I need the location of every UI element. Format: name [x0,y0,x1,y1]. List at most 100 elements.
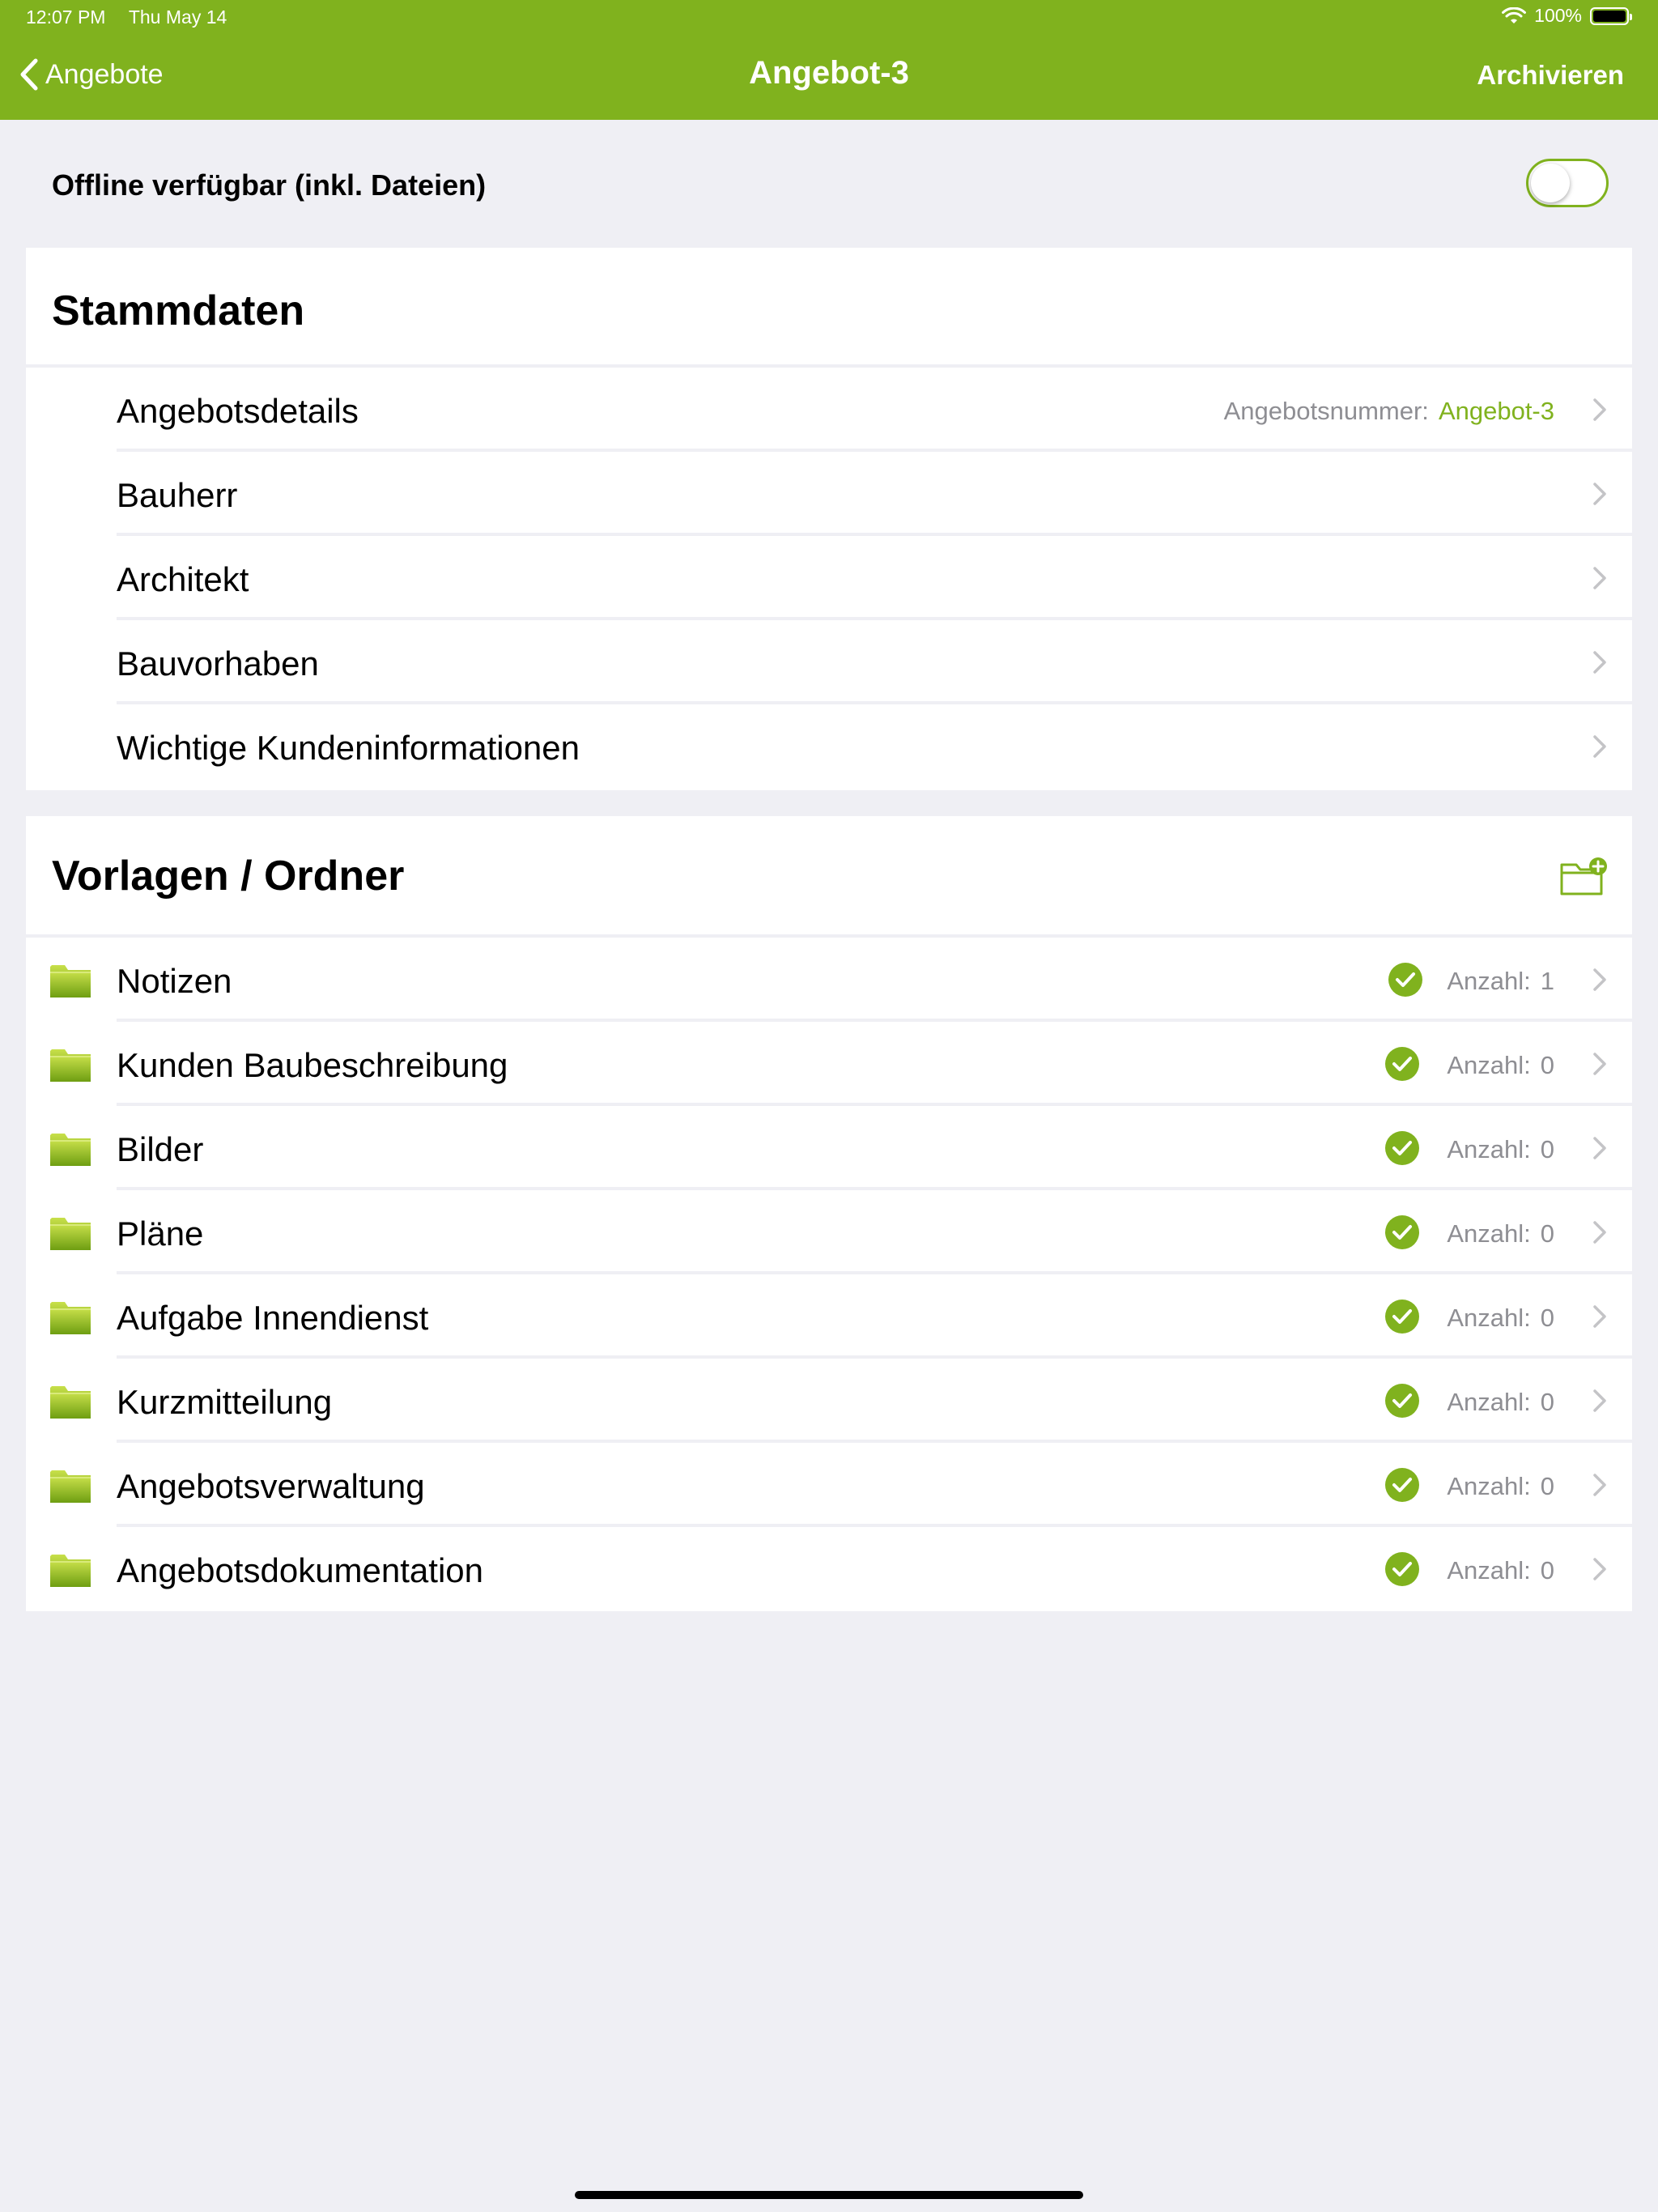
count-label: Anzahl: [1447,1135,1531,1163]
count-label: Anzahl: [1447,1388,1531,1416]
row-label: Bilder [117,1130,204,1168]
battery-percent: 100% [1534,5,1582,26]
section-title-stammdaten: Stammdaten [52,287,305,334]
vorlagen-section: Vorlagen / Ordner Notizen Anzahl: 1 Kunden … [26,816,1632,1611]
row-label: Kunden Baubeschreibung [117,1046,508,1084]
folder-icon [50,1470,91,1503]
folder-row[interactable]: Pläne Anzahl: 0 [26,1190,1632,1274]
folder-add-icon[interactable] [1559,857,1608,897]
row-label: Angebotsdokumentation [117,1551,483,1589]
row-detail: Angebotsnummer: Angebot-3 [1224,397,1554,426]
offline-setting-row: Offline verfügbar (inkl. Dateien) [0,154,1658,212]
home-indicator [575,2191,1083,2199]
folder-icon [50,1049,91,1082]
chevron-right-icon [1593,1305,1606,1328]
chevron-right-icon [1593,567,1606,589]
row-count: Anzahl: 1 [1447,967,1554,996]
count-label: Anzahl: [1447,1556,1531,1585]
chevron-right-icon [1593,1137,1606,1159]
check-circle-icon [1385,1552,1419,1586]
count-value: 0 [1540,1051,1554,1079]
check-circle-icon [1388,963,1422,997]
folder-icon [50,1555,91,1587]
folder-row[interactable]: Angebotsdokumentation Anzahl: 0 [26,1527,1632,1611]
chevron-right-icon [1593,1053,1606,1075]
stammdaten-section: Stammdaten Angebotsdetails Angebotsnummer… [26,248,1632,790]
folder-row[interactable]: Kunden Baubeschreibung Anzahl: 0 [26,1022,1632,1106]
folder-row[interactable]: Aufgabe Innendienst Anzahl: 0 [26,1274,1632,1359]
check-circle-icon [1385,1384,1419,1418]
count-value: 0 [1540,1388,1554,1416]
row-count: Anzahl: 0 [1447,1388,1554,1417]
row-label: Architekt [117,560,249,598]
stammdaten-row[interactable]: Wichtige Kundeninformationen [26,704,1632,789]
folder-row[interactable]: Bilder Anzahl: 0 [26,1106,1632,1190]
folder-icon [50,965,91,998]
check-circle-icon [1385,1047,1419,1081]
row-label: Kurzmitteilung [117,1383,333,1421]
count-value: 1 [1540,967,1554,995]
chevron-right-icon [1593,483,1606,505]
count-label: Anzahl: [1447,1219,1531,1248]
count-value: 0 [1540,1219,1554,1248]
row-label: Notizen [117,962,232,1000]
check-circle-icon [1385,1215,1419,1249]
archive-button[interactable]: Archivieren [1477,60,1624,91]
count-label: Anzahl: [1447,1472,1531,1500]
row-count: Anzahl: 0 [1447,1219,1554,1249]
check-circle-icon [1385,1300,1419,1334]
detail-key: Angebotsnummer: [1223,397,1429,425]
status-bar-left: 12:07 PM Thu May 14 [26,6,227,28]
row-label: Bauherr [117,476,238,514]
status-date: Thu May 14 [128,6,227,28]
chevron-right-icon [1593,398,1606,421]
folder-row[interactable]: Kurzmitteilung Anzahl: 0 [26,1359,1632,1443]
folder-icon [50,1218,91,1250]
navigation-bar: 12:07 PM Thu May 14 100% Angebote Angebo… [0,0,1658,120]
offline-label: Offline verfügbar (inkl. Dateien) [52,168,487,202]
folder-row[interactable]: Angebotsverwaltung Anzahl: 0 [26,1443,1632,1527]
count-value: 0 [1540,1135,1554,1163]
row-label: Angebotsverwaltung [117,1467,425,1505]
section-header: Vorlagen / Ordner [26,816,1632,938]
offline-toggle[interactable] [1526,159,1609,207]
stammdaten-row[interactable]: Bauherr [26,452,1632,536]
chevron-right-icon [1593,968,1606,991]
row-count: Anzahl: 0 [1447,1304,1554,1333]
row-label: Pläne [117,1214,204,1253]
check-circle-icon [1385,1131,1419,1165]
folder-row[interactable]: Notizen Anzahl: 1 [26,938,1632,1022]
row-count: Anzahl: 0 [1447,1135,1554,1164]
chevron-right-icon [1593,1558,1606,1580]
status-time: 12:07 PM [26,6,106,28]
count-label: Anzahl: [1447,1051,1531,1079]
chevron-right-icon [1593,1221,1606,1244]
count-label: Anzahl: [1447,967,1531,995]
stammdaten-row[interactable]: Angebotsdetails Angebotsnummer: Angebot-3 [26,368,1632,452]
stammdaten-row[interactable]: Architekt [26,536,1632,620]
folder-icon [50,1134,91,1166]
chevron-right-icon [1593,1474,1606,1496]
row-count: Anzahl: 0 [1447,1472,1554,1501]
chevron-right-icon [1593,651,1606,674]
row-label: Aufgabe Innendienst [117,1299,429,1337]
row-label: Angebotsdetails [117,392,359,430]
row-count: Anzahl: 0 [1447,1051,1554,1080]
toggle-knob [1531,164,1570,202]
count-label: Anzahl: [1447,1304,1531,1332]
chevron-right-icon [1593,1389,1606,1412]
row-count: Anzahl: 0 [1447,1556,1554,1585]
section-header: Stammdaten [26,248,1632,368]
count-value: 0 [1540,1304,1554,1332]
row-label: Bauvorhaben [117,644,319,683]
stammdaten-row[interactable]: Bauvorhaben [26,620,1632,704]
page-title: Angebot-3 [749,55,909,91]
count-value: 0 [1540,1472,1554,1500]
count-value: 0 [1540,1556,1554,1585]
detail-value: Angebot-3 [1438,397,1554,425]
status-bar-right: 100% [1502,5,1632,27]
battery-icon [1590,6,1632,25]
wifi-icon [1502,6,1527,23]
chevron-right-icon [1593,735,1606,758]
section-title-vorlagen: Vorlagen / Ordner [52,853,405,900]
